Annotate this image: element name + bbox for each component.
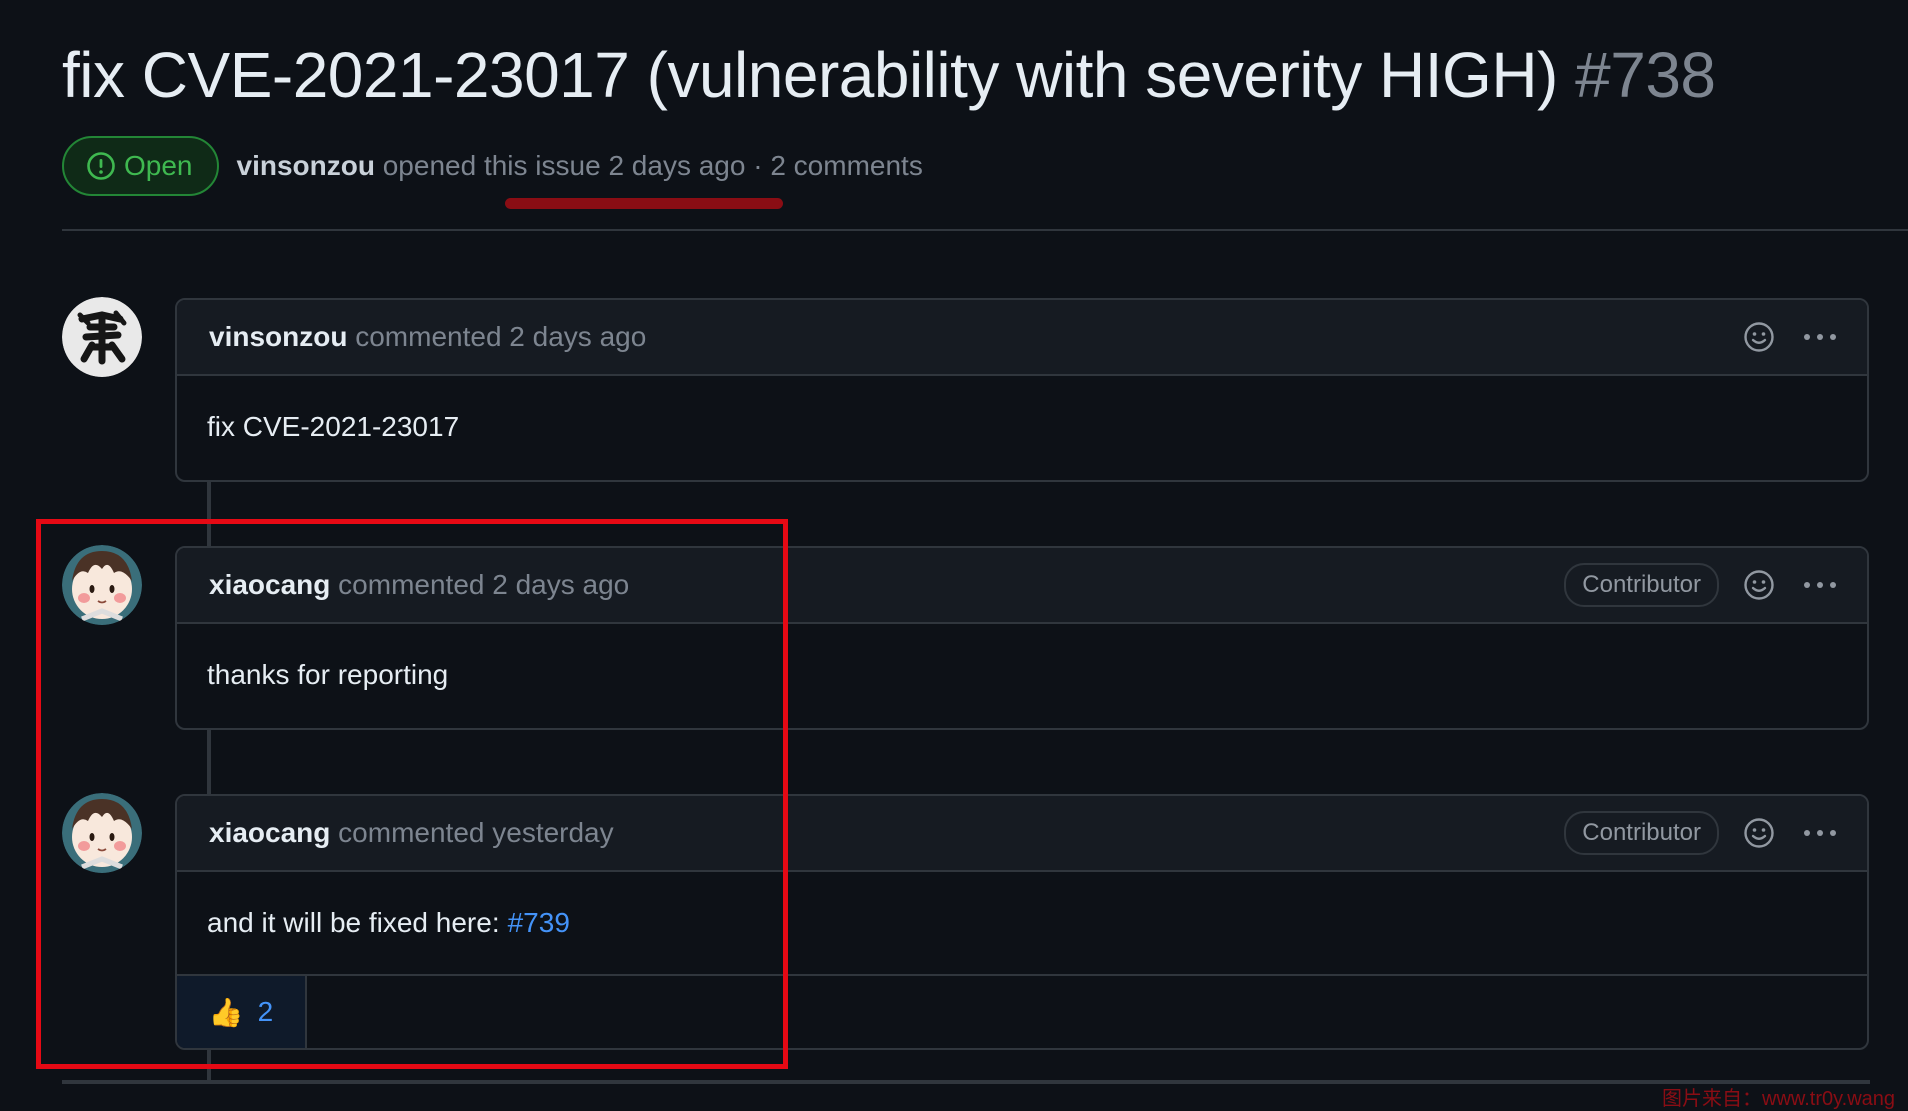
timeline-end-divider (62, 1080, 1870, 1084)
status-badge: Open (62, 136, 219, 196)
comment-card: xiaocang commented yesterday Contributor… (175, 794, 1869, 1050)
chinese-character-avatar-icon (62, 297, 142, 377)
issue-number: #738 (1575, 39, 1716, 111)
comment-author[interactable]: xiaocang (209, 817, 330, 848)
reaction-count: 2 (257, 996, 274, 1027)
comment-time: commented 2 days ago (355, 321, 647, 352)
issue-meta-row: Open vinsonzou opened this issue 2 days … (62, 134, 923, 198)
smiley-icon[interactable] (1743, 321, 1775, 353)
kebab-icon[interactable] (1803, 581, 1837, 589)
comment-card: xiaocang commented 2 days ago Contributo… (175, 546, 1869, 730)
comment-time: commented 2 days ago (338, 569, 630, 600)
avatar-xiaocang[interactable] (62, 793, 142, 873)
thumbs-up-icon: 👍 (208, 996, 244, 1028)
comment-header: xiaocang commented yesterday Contributor (177, 796, 1867, 872)
header-divider (62, 229, 1908, 231)
comment-body: fix CVE-2021-23017 (207, 411, 460, 442)
annotation-underline (505, 198, 783, 209)
smiley-icon[interactable] (1743, 817, 1775, 849)
issue-meta-text: vinsonzou opened this issue 2 days ago ·… (237, 150, 923, 182)
comment-meta: xiaocang commented 2 days ago (209, 569, 629, 601)
comment-header: xiaocang commented 2 days ago Contributo… (177, 548, 1867, 624)
issue-open-icon (86, 151, 116, 181)
comment-body: and it will be fixed here: #739 (177, 872, 1867, 974)
smiley-icon[interactable] (1743, 569, 1775, 601)
issue-title: fix CVE-2021-23017 (vulnerability with s… (62, 38, 1716, 112)
anime-girl-avatar-icon (62, 545, 142, 625)
issue-author-link[interactable]: vinsonzou (237, 150, 375, 181)
comment-meta: xiaocang commented yesterday (209, 817, 614, 849)
anime-girl-avatar-icon (62, 793, 142, 873)
kebab-icon[interactable] (1803, 829, 1837, 837)
thumbs-up-reaction-button[interactable]: 👍 2 (177, 976, 307, 1048)
comment-body-text: and it will be fixed here: (207, 907, 500, 938)
comment-meta: vinsonzou commented 2 days ago (209, 321, 646, 353)
issue-meta-detail: opened this issue 2 days ago · 2 comment… (374, 150, 923, 181)
reactions-bar: 👍 2 (177, 974, 1867, 1048)
comment-body: thanks for reporting (207, 659, 449, 690)
contributor-badge: Contributor (1564, 563, 1719, 607)
comment-header: vinsonzou commented 2 days ago (177, 300, 1867, 376)
kebab-icon[interactable] (1803, 333, 1837, 341)
status-label: Open (124, 150, 193, 181)
comment-author[interactable]: xiaocang (209, 569, 330, 600)
avatar-vinsonzou[interactable] (62, 297, 142, 377)
comment-card: vinsonzou commented 2 days ago fix CVE-2… (175, 298, 1869, 482)
contributor-badge: Contributor (1564, 811, 1719, 855)
pr-link[interactable]: #739 (508, 907, 570, 939)
issue-title-text: fix CVE-2021-23017 (vulnerability with s… (62, 39, 1558, 111)
comment-time: commented yesterday (338, 817, 614, 848)
comment-author[interactable]: vinsonzou (209, 321, 347, 352)
avatar-xiaocang[interactable] (62, 545, 142, 625)
watermark: 图片来自：www.tr0y.wang (1662, 1088, 1896, 1110)
